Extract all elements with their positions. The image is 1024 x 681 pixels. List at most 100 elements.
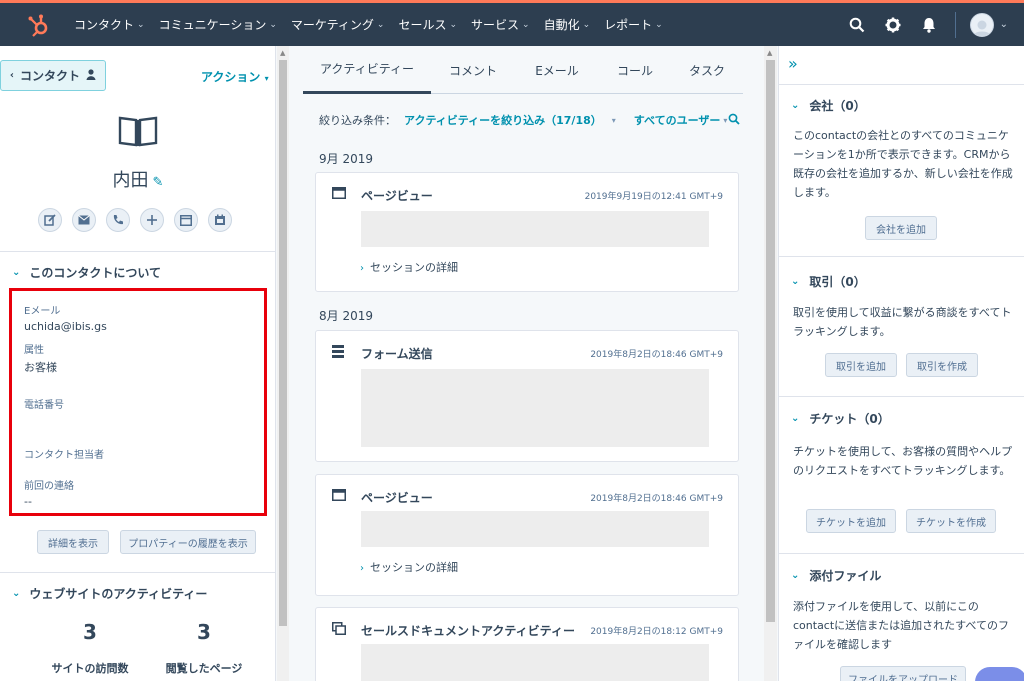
activity-card-sales-document[interactable]: セールスドキュメントアクティビティー 2019年8月2日の18:12 GMT+9 <box>315 607 739 681</box>
nav-conversations[interactable]: コミュニケーション ⌄ <box>159 16 277 33</box>
top-navigation-bar: コンタクト ⌄ コミュニケーション ⌄ マーケティング ⌄ セールス ⌄ サービス ⌄ 自… <box>0 0 1024 46</box>
website-activity-header[interactable]: ⌄ ウェブサイトのアクティビティー <box>12 585 207 602</box>
nav-label: 自動化 <box>543 18 580 32</box>
nav-contacts[interactable]: コンタクト ⌄ <box>74 16 145 33</box>
button-label: 詳細を表示 <box>48 538 98 550</box>
attachments-description: 添付ファイルを使用して、以前にこのcontactに送信または追加されたすべてのフ… <box>793 600 1009 651</box>
nav-sales[interactable]: セールス ⌄ <box>398 16 457 33</box>
website-header-text: ウェブサイトのアクティビティー <box>29 587 208 601</box>
phone-icon[interactable] <box>106 208 130 232</box>
add-company-button[interactable]: 会社を追加 <box>865 216 937 240</box>
double-chevron-right-icon[interactable]: » <box>788 54 798 73</box>
month-heading: 9月 2019 <box>319 152 373 166</box>
owner-property[interactable]: コンタクト担当者 <box>24 446 104 464</box>
attachments-section-header[interactable]: ⌄ 添付ファイル <box>791 567 881 584</box>
pencil-icon[interactable]: ✎ <box>153 175 164 190</box>
month-heading: 8月 2019 <box>319 309 373 323</box>
chevron-down-icon: ⌄ <box>655 19 663 30</box>
redacted-content <box>361 511 709 547</box>
caret-down-icon: ▾ <box>611 115 616 125</box>
activity-filter: 絞り込み条件： アクティビティーを絞り込み（17/18） ▾ すべてのユーザー … <box>319 112 741 128</box>
section-title: 添付ファイル <box>809 569 882 583</box>
chevron-down-icon[interactable]: ⌄ <box>1000 19 1008 30</box>
view-property-history-button[interactable]: プロパティーの履歴を表示 <box>120 530 256 554</box>
nav-automation[interactable]: 自動化 ⌄ <box>544 16 591 33</box>
nav-reports[interactable]: レポート ⌄ <box>604 16 663 33</box>
note-icon[interactable] <box>38 208 62 232</box>
search-icon[interactable] <box>728 113 741 128</box>
session-details-toggle[interactable]: › セッションの詳細 <box>360 559 458 575</box>
filter-activity-dropdown[interactable]: アクティビティーを絞り込み（17/18） <box>404 112 602 128</box>
caret-down-icon: ▾ <box>723 115 728 125</box>
scroll-up-icon[interactable]: ▲ <box>767 49 772 57</box>
calendar-window-icon[interactable] <box>174 208 198 232</box>
gear-icon[interactable] <box>883 15 903 35</box>
property-label: Eメール <box>24 306 61 317</box>
chevron-down-icon: ⌄ <box>791 100 800 111</box>
activity-card-page-view[interactable]: ページビュー 2019年8月2日の18:46 GMT+9 › セッションの詳細 <box>315 474 739 596</box>
company-section-header[interactable]: ⌄ 会社（0） <box>791 97 866 114</box>
site-visits-count: 3 <box>83 620 97 644</box>
search-icon[interactable] <box>847 15 867 35</box>
divider <box>779 553 1024 554</box>
create-ticket-button[interactable]: チケットを作成 <box>906 509 996 533</box>
tab-emails[interactable]: Eメール <box>515 46 599 94</box>
phone-property[interactable]: 電話番号 <box>24 396 64 414</box>
associations-sidebar: » ⌄ 会社（0） このcontactの会社とのすべてのコミュニケーションを1か所… <box>778 46 1024 681</box>
avatar[interactable] <box>969 12 994 37</box>
email-property[interactable]: Eメール uchida@ibis.gs <box>24 302 107 333</box>
scrollbar-thumb[interactable] <box>766 60 775 622</box>
property-label: コンタクト担当者 <box>24 450 104 461</box>
card-title: ページビュー <box>361 189 433 203</box>
card-timestamp: 2019年8月2日の18:46 GMT+9 <box>590 494 723 504</box>
contact-sidebar: ‹ コンタクト アクション ▾ 内田 ✎ ⌄ このコンタクトについて Eメール uc… <box>0 46 276 681</box>
back-to-contacts-button[interactable]: ‹ コンタクト <box>0 60 106 91</box>
add-deal-button[interactable]: 取引を追加 <box>825 353 897 377</box>
last-contacted-property[interactable]: 前回の連絡 -- <box>24 477 74 508</box>
activity-card-form-submission[interactable]: フォーム送信 2019年8月2日の18:46 GMT+9 <box>315 330 739 462</box>
view-details-button[interactable]: 詳細を表示 <box>37 530 109 554</box>
left-scrollbar[interactable]: ▲ <box>277 46 289 681</box>
email-icon[interactable] <box>72 208 96 232</box>
nav-marketing[interactable]: マーケティング ⌄ <box>291 16 385 33</box>
middle-scrollbar[interactable]: ▲ <box>764 46 777 681</box>
session-details-toggle[interactable]: › セッションの詳細 <box>360 259 458 275</box>
chevron-down-icon: ⌄ <box>269 19 277 30</box>
scrollbar-thumb[interactable] <box>279 60 287 626</box>
property-label: 属性 <box>24 345 44 356</box>
tickets-section-header[interactable]: ⌄ チケット（0） <box>791 410 890 427</box>
chat-launcher-button[interactable] <box>975 667 1024 681</box>
nav-service[interactable]: サービス ⌄ <box>471 16 530 33</box>
add-ticket-button[interactable]: チケットを追加 <box>806 509 896 533</box>
meeting-icon[interactable] <box>208 208 232 232</box>
documents-icon <box>332 622 346 638</box>
tab-calls[interactable]: コール <box>599 46 671 94</box>
type-property[interactable]: 属性 お客様 <box>24 341 57 375</box>
card-title: セールスドキュメントアクティビティー <box>361 624 575 638</box>
property-value: uchida@ibis.gs <box>24 320 107 333</box>
filter-users-dropdown[interactable]: すべてのユーザー <box>634 112 721 128</box>
chevron-down-icon: ⌄ <box>791 413 800 424</box>
section-title: チケット（0） <box>809 412 890 426</box>
upload-file-button[interactable]: ファイルをアップロード <box>840 666 966 681</box>
deals-section-header[interactable]: ⌄ 取引（0） <box>791 273 866 290</box>
activity-card-page-view[interactable]: ページビュー 2019年9月19日の12:41 GMT+9 › セッションの詳細 <box>315 172 739 292</box>
divider <box>779 84 1024 85</box>
about-section-header[interactable]: ⌄ このコンタクトについて <box>12 264 161 281</box>
create-deal-button[interactable]: 取引を作成 <box>906 353 978 377</box>
scroll-up-icon[interactable]: ▲ <box>280 49 285 57</box>
redacted-content <box>361 644 709 681</box>
site-visits-label: サイトの訪問数 <box>51 662 129 675</box>
tab-notes[interactable]: コメント <box>431 46 515 94</box>
hubspot-logo-icon[interactable] <box>26 13 52 39</box>
tab-tasks[interactable]: タスク <box>671 46 743 94</box>
tab-activity[interactable]: アクティビティー <box>303 46 431 94</box>
bell-icon[interactable] <box>919 15 939 35</box>
person-icon <box>86 68 96 83</box>
caret-down-icon: ▾ <box>264 74 269 83</box>
divider <box>779 396 1024 397</box>
actions-dropdown[interactable]: アクション ▾ <box>201 68 269 85</box>
plus-icon[interactable] <box>140 208 164 232</box>
top-right-icons: ⌄ <box>847 3 1024 46</box>
chevron-right-icon: › <box>360 563 364 574</box>
